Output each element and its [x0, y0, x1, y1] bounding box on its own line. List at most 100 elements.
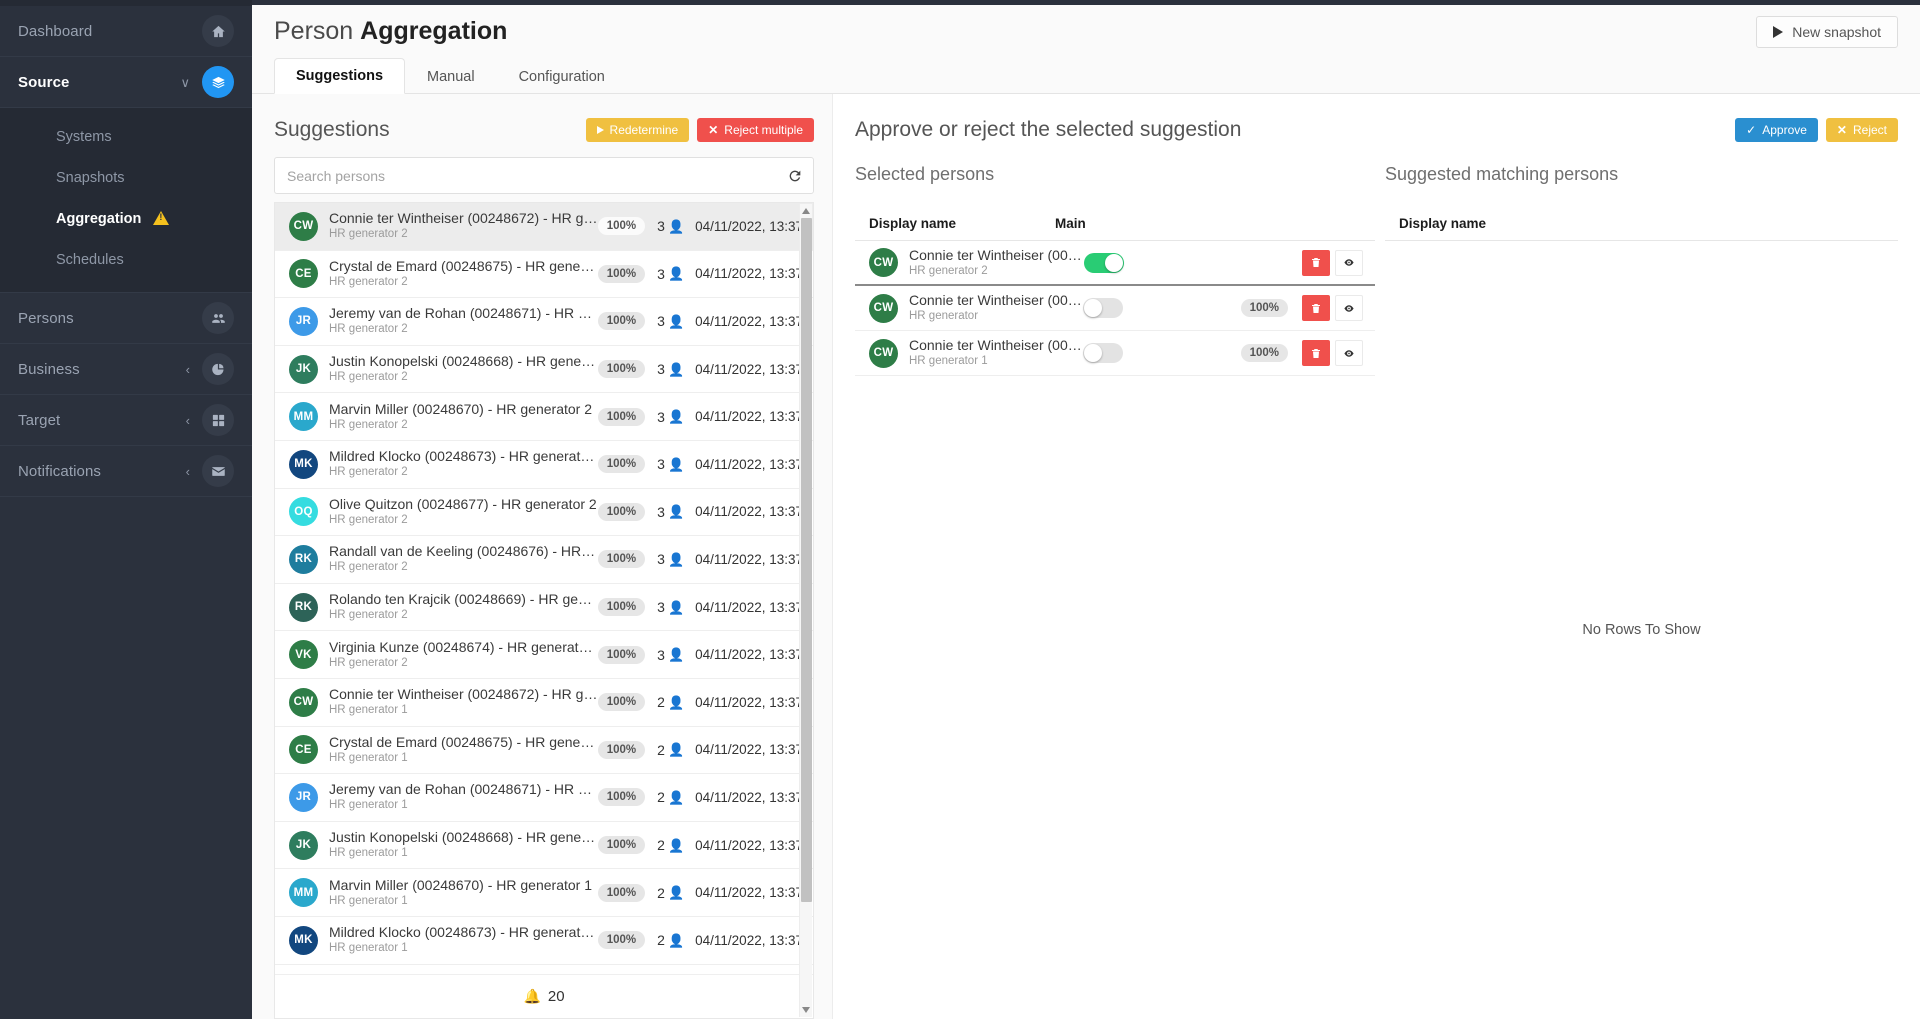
column-header-display-name[interactable]: Display name	[1399, 216, 1886, 231]
selected-person-row[interactable]: CWConnie ter Wintheiser (00248672) -…HR …	[855, 286, 1375, 331]
suggestion-row[interactable]: MM Marvin Miller (00248670) - HR generato…	[275, 869, 813, 917]
avatar: JR	[289, 782, 318, 812]
suggestion-timestamp: 04/11/2022, 13:37	[695, 932, 803, 948]
avatar: JR	[289, 306, 318, 336]
suggestion-row[interactable]: OQ Olive Quitzon (00248677) - HR generato…	[275, 489, 813, 537]
sidebar-item-notifications[interactable]: Notifications ‹	[0, 446, 252, 497]
person-count: 3 👤	[657, 266, 684, 282]
main-cell	[1082, 343, 1241, 363]
suggestions-scrollbar[interactable]	[799, 204, 812, 1017]
suggestion-row[interactable]: RK Rolando ten Krajcik (00248669) - HR ge…	[275, 584, 813, 632]
approve-button[interactable]: ✓ Approve	[1735, 118, 1818, 142]
sidebar-item-label: Dashboard	[18, 22, 93, 40]
main-toggle[interactable]	[1082, 298, 1123, 318]
avatar: CE	[289, 259, 318, 289]
sidebar-item-aggregation[interactable]: Aggregation	[0, 198, 252, 239]
suggestion-timestamp: 04/11/2022, 13:37	[695, 837, 803, 853]
view-button[interactable]	[1335, 295, 1363, 321]
scroll-down-icon[interactable]	[802, 1007, 810, 1013]
search-input[interactable]	[287, 167, 787, 184]
suggestion-row[interactable]: JK Justin Konopelski (00248668) - HR gene…	[275, 822, 813, 870]
suggestion-source: HR generator 2	[329, 609, 408, 622]
row-actions: 100%	[1240, 295, 1363, 321]
suggestion-row[interactable]: MK Mildred Klocko (00248673) - HR generat…	[275, 441, 813, 489]
tab-configuration[interactable]: Configuration	[497, 58, 627, 94]
view-button[interactable]	[1335, 249, 1363, 276]
suggestion-names: Jeremy van de Rohan (00248671) - HR gene…	[329, 305, 598, 337]
person-count-value: 3	[657, 265, 665, 282]
main-toggle[interactable]	[1082, 343, 1123, 363]
person-count: 2 👤	[657, 789, 684, 805]
suggestion-row[interactable]: RK Randall van de Keeling (00248676) - HR…	[275, 536, 813, 584]
suggestion-display-name: Rolando ten Krajcik (00248669) - HR gene…	[329, 591, 598, 608]
search-bar[interactable]	[274, 157, 814, 194]
selected-person-row[interactable]: CWConnie ter Wintheiser (00248672) -…HR …	[855, 241, 1375, 286]
suggestion-row[interactable]: JR Jeremy van de Rohan (00248671) - HR ge…	[275, 774, 813, 822]
sidebar-item-dashboard[interactable]: Dashboard	[0, 6, 252, 57]
home-icon	[202, 15, 234, 47]
person-cell: CWConnie ter Wintheiser (00248672) -…HR …	[869, 292, 1083, 324]
match-percentage-badge: 100%	[597, 550, 646, 569]
tab-manual[interactable]: Manual	[405, 58, 497, 94]
column-header-main[interactable]: Main	[1055, 216, 1213, 231]
suggestion-row[interactable]: CW Connie ter Wintheiser (00248672) - HR …	[275, 203, 813, 251]
sidebar-item-source[interactable]: Source ∨	[0, 57, 252, 108]
view-button[interactable]	[1335, 340, 1363, 366]
person-names: Connie ter Wintheiser (00248672) -… HR ge…	[909, 292, 1083, 324]
sidebar-item-persons[interactable]: Persons	[0, 293, 252, 344]
chevron-down-icon: ∨	[180, 74, 190, 90]
sidebar-item-business[interactable]: Business ‹	[0, 344, 252, 395]
person-count-value: 3	[657, 456, 665, 473]
person-count: 3 👤	[657, 551, 684, 567]
tab-suggestions[interactable]: Suggestions	[274, 58, 406, 94]
sidebar-item-schedules[interactable]: Schedules	[0, 239, 252, 280]
suggestion-row[interactable]: VK Virginia Kunze (00248674) - HR generat…	[275, 631, 813, 679]
new-snapshot-button[interactable]: New snapshot	[1756, 15, 1898, 48]
sidebar-item-target[interactable]: Target ‹	[0, 395, 252, 446]
suggestion-timestamp: 04/11/2022, 13:37	[695, 361, 803, 377]
suggestions-list-scroll[interactable]: CW Connie ter Wintheiser (00248672) - HR …	[275, 203, 813, 974]
person-cell: CWConnie ter Wintheiser (00248672) -…HR …	[869, 247, 1084, 279]
delete-button[interactable]	[1302, 340, 1330, 366]
redetermine-button[interactable]: Redetermine	[585, 118, 690, 142]
reject-multiple-button[interactable]: ✕ Reject multiple	[697, 118, 814, 142]
suggestion-row[interactable]: MM Marvin Miller (00248670) - HR generato…	[275, 393, 813, 441]
scroll-up-icon[interactable]	[802, 208, 810, 214]
close-icon: ✕	[1836, 123, 1847, 137]
match-percentage-badge: 100%	[597, 836, 646, 855]
suggestion-display-name: Crystal de Emard (00248675) - HR generat…	[329, 733, 598, 750]
scrollbar-thumb[interactable]	[801, 218, 812, 902]
match-percentage-badge: 100%	[597, 740, 646, 759]
column-header-display-name[interactable]: Display name	[869, 216, 1055, 231]
person-display-name: Connie ter Wintheiser (00248672) -…	[909, 246, 1084, 263]
suggestion-row[interactable]: CE Crystal de Emard (00248675) - HR gener…	[275, 251, 813, 299]
selected-persons-section: Selected persons Display name Main CW Con…	[855, 164, 1375, 1019]
sidebar-subitem-label: Aggregation	[56, 210, 142, 227]
person-icon: 👤	[667, 885, 685, 901]
reject-multiple-label: Reject multiple	[724, 123, 803, 137]
suggestion-source: HR generator 2	[329, 656, 408, 669]
suggestion-row[interactable]: CE Crystal de Emard (00248675) - HR gener…	[275, 727, 813, 775]
suggestion-row[interactable]: JK Justin Konopelski (00248668) - HR gene…	[275, 346, 813, 394]
layers-icon	[202, 66, 234, 98]
suggestion-row[interactable]: MK Mildred Klocko (00248673) - HR generat…	[275, 917, 813, 965]
suggestions-footer: 🔔 20	[275, 974, 813, 1018]
refresh-icon[interactable]	[787, 168, 803, 184]
reject-button[interactable]: ✕ Reject	[1825, 118, 1898, 142]
suggestion-row[interactable]: JR Jeremy van de Rohan (00248671) - HR ge…	[275, 298, 813, 346]
delete-button[interactable]	[1302, 249, 1330, 276]
suggestion-display-name: Randall van de Keeling (00248676) - HR g…	[329, 543, 598, 560]
sidebar-item-snapshots[interactable]: Snapshots	[0, 157, 252, 198]
suggestions-pane-header: Suggestions Redetermine ✕ Reject multipl…	[274, 112, 814, 148]
reject-label: Reject	[1852, 123, 1887, 137]
envelope-icon	[202, 455, 234, 487]
warning-icon	[153, 210, 170, 227]
person-count-value: 2	[657, 741, 665, 758]
selected-person-row[interactable]: CWConnie ter Wintheiser (00248672) -…HR …	[855, 331, 1375, 376]
suggestion-row[interactable]: CW Connie ter Wintheiser (00248672) - HR …	[275, 679, 813, 727]
suggestion-source: HR generator 2	[329, 275, 408, 288]
main-toggle[interactable]	[1084, 252, 1124, 273]
delete-button[interactable]	[1302, 295, 1330, 321]
sidebar-item-systems[interactable]: Systems	[0, 116, 252, 157]
person-icon: 👤	[667, 837, 685, 853]
